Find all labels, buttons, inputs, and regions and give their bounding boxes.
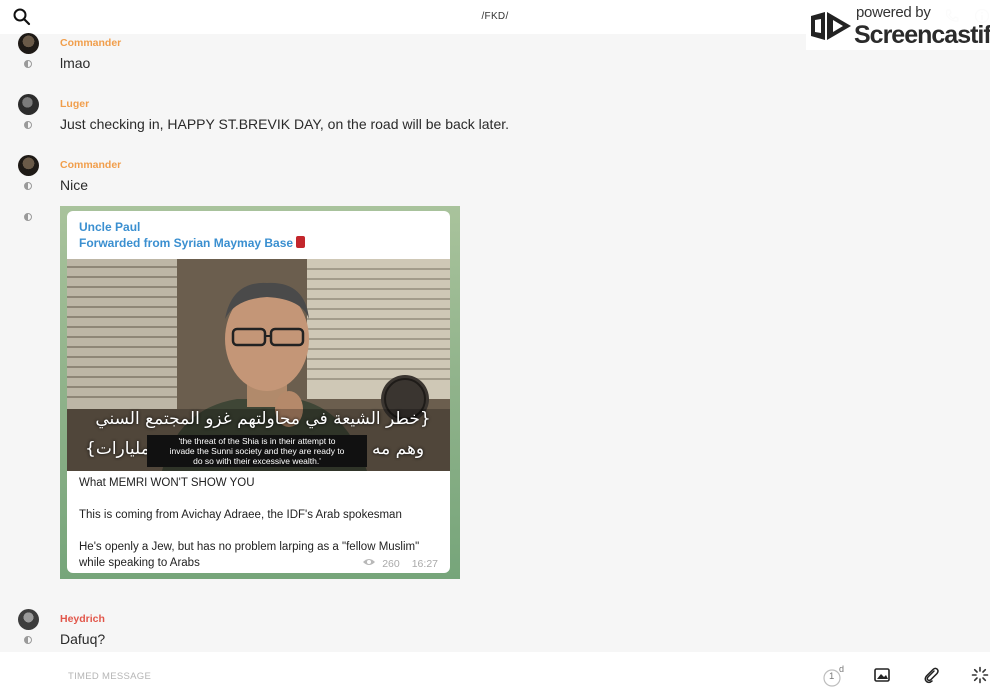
forwarded-from-line[interactable]: Forwarded from Syrian Maymay Base — [79, 236, 306, 250]
sender-name[interactable]: Commander — [60, 37, 121, 49]
image-icon[interactable] — [873, 666, 893, 686]
message-row: Commander lmao — [0, 32, 800, 76]
video-thumbnail[interactable]: {خطر الشيعة في محاولتهم غزو المجتمع السن… — [67, 259, 450, 471]
screencastify-watermark: powered by Screencastify — [806, 2, 990, 50]
message-text: lmao — [60, 55, 91, 71]
subtitle-line: 'the threat of the Shia is in their atte… — [178, 436, 336, 446]
timer-button[interactable]: 1 d — [822, 664, 845, 687]
read-status-icon — [24, 182, 32, 190]
timed-message-input[interactable]: TIMED MESSAGE — [68, 671, 151, 682]
message-row: Heydrich Dafuq? — [0, 608, 800, 652]
caption-line: He's openly a Jew, but has no problem la… — [79, 541, 420, 553]
eye-icon — [362, 557, 376, 570]
timer-unit: d — [839, 664, 845, 674]
sender-name[interactable]: Heydrich — [60, 613, 105, 625]
watermark-brand: Screencastify — [854, 21, 990, 49]
video-subtitle-arabic-2-left: وهم مه — [372, 439, 425, 459]
caption-line: while speaking to Arabs — [79, 557, 200, 569]
timer-value: 1 — [829, 671, 835, 682]
forwarded-message: Uncle Paul Forwarded from Syrian Maymay … — [60, 206, 460, 579]
forward-author[interactable]: Uncle Paul — [79, 220, 140, 234]
avatar[interactable] — [18, 94, 39, 115]
read-status-icon — [24, 636, 32, 644]
message-time: 16:27 — [411, 557, 438, 570]
read-status-icon — [24, 121, 32, 129]
avatar[interactable] — [18, 609, 39, 630]
attachment-icon[interactable] — [922, 666, 942, 686]
watermark-powered-by: powered by — [856, 4, 931, 21]
composer-bar: TIMED MESSAGE 1 d — [0, 652, 990, 700]
read-status-icon — [24, 60, 32, 68]
view-count: 260 — [382, 557, 400, 570]
avatar[interactable] — [18, 155, 39, 176]
message-text: Nice — [60, 177, 89, 193]
video-subtitle-arabic-1: {خطر الشيعة في محاولتهم غزو المجتمع السن… — [95, 409, 431, 429]
loading-spinner-icon — [971, 666, 990, 686]
sender-name[interactable]: Luger — [60, 98, 89, 110]
caption-line: This is coming from Avichay Adraee, the … — [79, 509, 402, 521]
screencastify-logo-icon — [809, 8, 853, 49]
avatar[interactable] — [18, 33, 39, 54]
message-text: Just checking in, HAPPY ST.BREVIK DAY, o… — [60, 116, 510, 132]
subtitle-line: do so with their excessive wealth.' — [193, 456, 321, 466]
message-row: Commander Nice — [0, 154, 800, 198]
message-text: Dafuq? — [60, 631, 106, 647]
forwarded-from-text: Forwarded from Syrian Maymay Base — [79, 236, 294, 250]
read-status-icon — [24, 213, 32, 221]
caption-line: What MEMRI WON'T SHOW YOU — [79, 477, 255, 489]
message-meta: 260 16:27 — [362, 557, 438, 570]
forwarded-card: Uncle Paul Forwarded from Syrian Maymay … — [67, 211, 450, 573]
sender-name[interactable]: Commander — [60, 159, 121, 171]
soda-can-emoji-icon — [296, 236, 306, 248]
message-row: Luger Just checking in, HAPPY ST.BREVIK … — [0, 93, 800, 137]
subtitle-line: invade the Sunni society and they are re… — [169, 446, 345, 456]
video-subtitle-english: 'the threat of the Shia is in their atte… — [147, 435, 367, 467]
